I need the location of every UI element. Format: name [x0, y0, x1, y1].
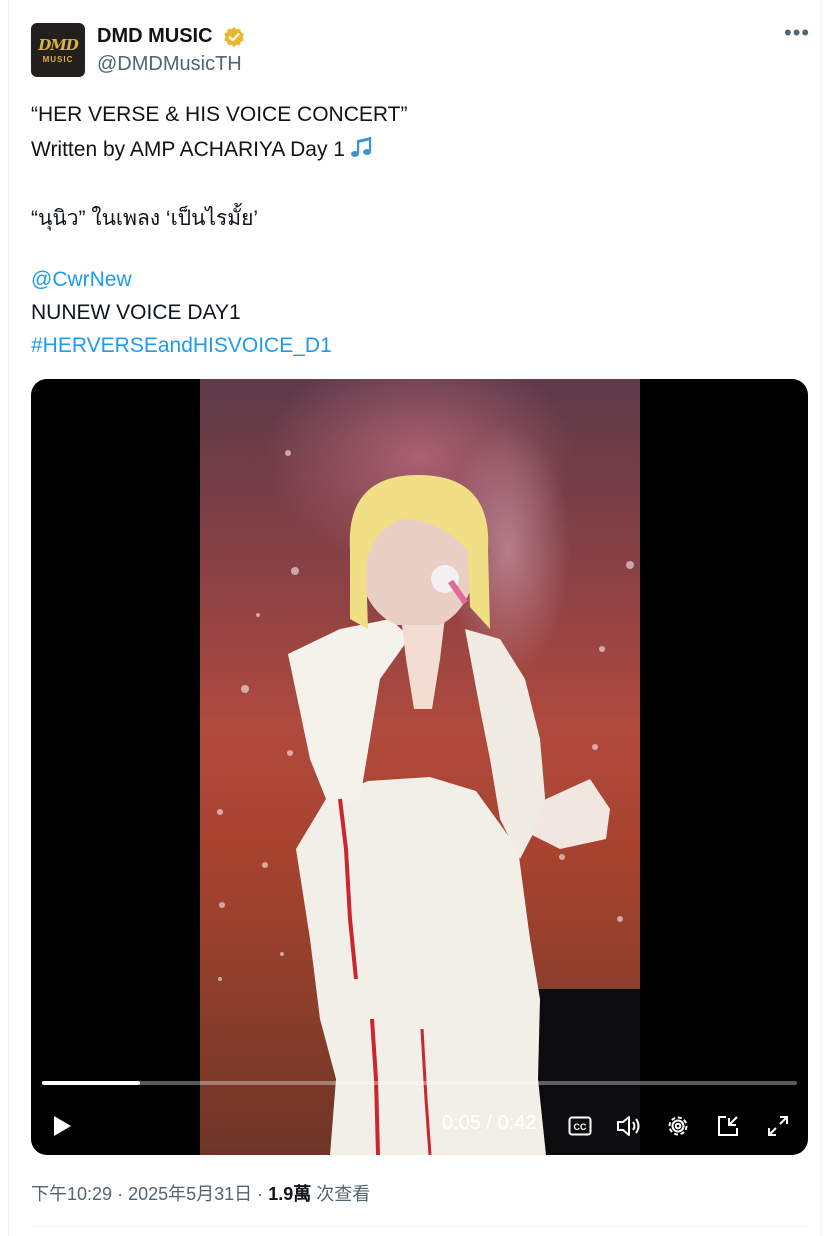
views-count[interactable]: 1.9萬 — [268, 1184, 311, 1204]
verified-badge-icon — [224, 27, 244, 47]
video-time: 0:05 / 0:42 — [442, 1112, 537, 1135]
video-frame — [200, 379, 640, 1155]
video-progress-bar[interactable] — [42, 1081, 797, 1085]
settings-icon[interactable] — [664, 1110, 692, 1142]
video-duration: 0:42 — [497, 1112, 537, 1134]
mention-link[interactable]: @CwrNew — [31, 268, 132, 292]
play-icon[interactable] — [48, 1110, 76, 1142]
tweet-time[interactable]: 下午10:29 — [31, 1184, 112, 1204]
music-notes-icon — [350, 137, 372, 157]
tweet-date[interactable]: 2025年5月31日 — [128, 1184, 252, 1204]
views-label: 次查看 — [316, 1184, 371, 1204]
svg-text:CC: CC — [574, 1122, 587, 1132]
tweet-metadata: 下午10:29 · 2025年5月31日 · 1.9萬 次查看 — [31, 1180, 370, 1206]
tweet-text-line-5: NUNEW VOICE DAY1 — [31, 301, 241, 324]
video-current-time: 0:05 — [442, 1112, 481, 1134]
account-handle[interactable]: @DMDMusicTH — [97, 53, 242, 76]
tweet-text-line-2: Written by AMP ACHARIYA Day 1 — [31, 136, 377, 162]
volume-icon[interactable] — [614, 1110, 644, 1142]
video-time-separator: / — [480, 1112, 498, 1134]
account-name[interactable]: DMD MUSIC — [97, 25, 213, 48]
avatar-logo-sub: MUSIC — [42, 55, 74, 64]
hashtag-link[interactable]: #HERVERSEandHISVOICE_D1 — [31, 334, 332, 358]
tweet-text-line-1: “HER VERSE & HIS VOICE CONCERT” — [31, 103, 408, 126]
divider — [31, 1226, 808, 1227]
meta-separator: · — [257, 1184, 264, 1204]
meta-separator: · — [117, 1184, 124, 1204]
video-scene-illustration — [217, 450, 640, 1155]
video-progress-fill — [42, 1081, 141, 1085]
pop-out-icon[interactable] — [714, 1110, 742, 1142]
video-player[interactable]: 0:05 / 0:42 CC — [31, 379, 808, 1155]
avatar[interactable]: DMD MUSIC — [31, 23, 85, 77]
fullscreen-icon[interactable] — [764, 1110, 792, 1142]
avatar-logo: DMD — [38, 36, 79, 54]
tweet-text-line-3: “นุนิว” ในเพลง ‘เป็นไรมั้ย’ — [31, 207, 259, 230]
more-options-icon[interactable]: ••• — [784, 22, 809, 46]
captions-icon[interactable]: CC — [566, 1110, 594, 1142]
tweet-text-written-by: Written by AMP ACHARIYA Day 1 — [31, 138, 345, 161]
